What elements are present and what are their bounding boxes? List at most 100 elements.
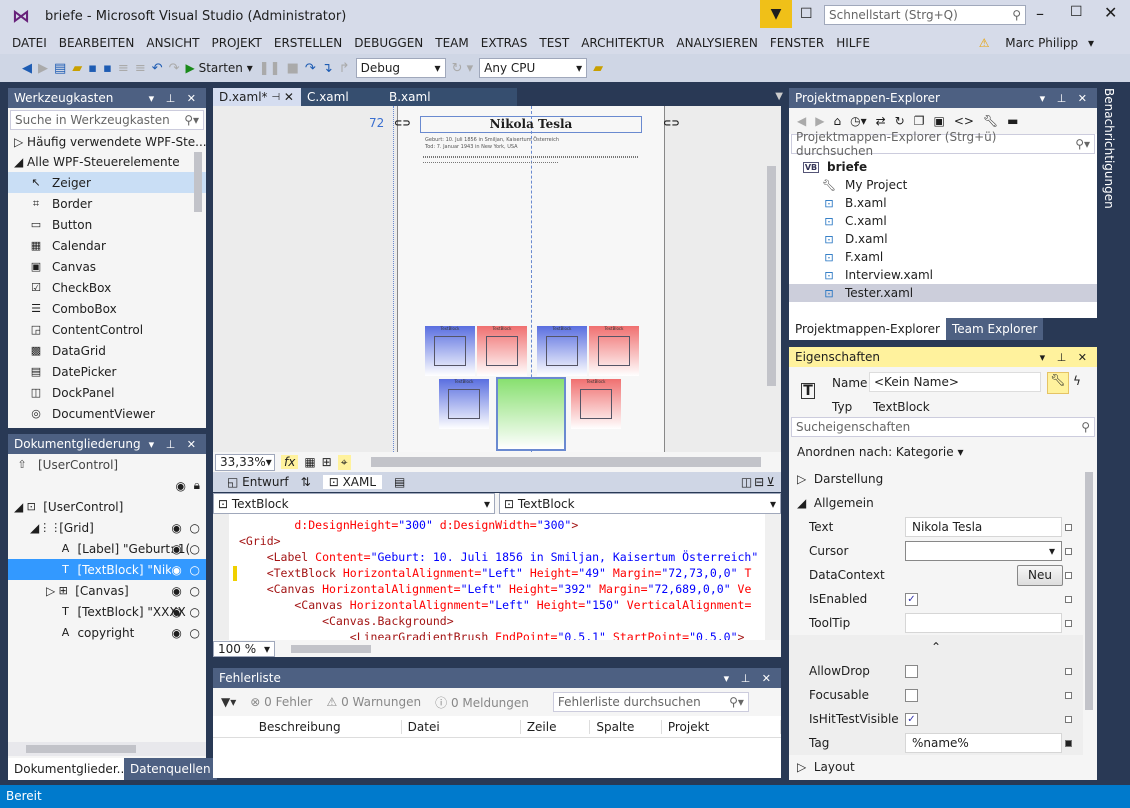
tab-b-xaml[interactable]: B.xaml [383,88,517,106]
refresh-icon[interactable]: ↻ [895,114,905,128]
collapse-advanced-icon[interactable]: ⌃ [789,635,1083,659]
tab-datasources[interactable]: Datenquellen [124,758,217,780]
eye-icon[interactable]: ◉ [171,563,181,577]
outline-item[interactable]: ◢ ⋮⋮ [Grid] ◉ ○ [8,517,206,538]
step-over-icon[interactable]: ↷ [305,61,316,76]
outline-item[interactable]: ▷ ⊞ [Canvas] ◉ ○ [8,580,206,601]
designer-hscrollbar[interactable] [370,457,761,467]
show-all-files-icon[interactable]: ▣ [933,114,944,128]
menu-bearbeiten[interactable]: BEARBEITEN [59,36,135,50]
canvas-tile[interactable]: TextBlock [589,326,639,376]
quicklaunch-input[interactable]: Schnellstart (Strg+Q) ⚲ [824,5,1026,25]
save-all-icon[interactable]: ▪ [103,61,112,76]
toolbox-item-datagrid[interactable]: ▩ DataGrid [8,340,206,361]
undo-icon[interactable]: ↶ [152,61,163,76]
menu-fenster[interactable]: FENSTER [770,36,824,50]
menu-datei[interactable]: DATEI [12,36,47,50]
tab-d-xaml[interactable]: D.xaml* ⊣ ✕ [213,88,301,106]
tab-outline[interactable]: Dokumentglieder... [8,758,128,780]
toolbox-group[interactable]: ▷ Häufig verwendete WPF-Ste... [8,132,206,152]
sync-icon[interactable]: ⇄ [876,114,886,128]
toolbox-item-contentcontrol[interactable]: ◲ ContentControl [8,319,206,340]
menu-hilfe[interactable]: HILFE [836,36,870,50]
properties-icon[interactable]: 🔧︎ [983,114,998,128]
open-icon[interactable]: ▰ [72,61,82,76]
outline-root[interactable]: ⇧ [UserControl] [8,454,206,475]
code-vscrollbar[interactable] [765,514,781,640]
error-search[interactable]: Fehlerliste durchsuchen ⚲▾ [552,692,749,712]
solution-item[interactable]: 🔧︎ My Project [789,176,1097,194]
visibility-toggles[interactable]: ◉ ○ [171,605,200,619]
outline-item[interactable]: T [TextBlock] "XXXX ◉ ○ [8,601,206,622]
solution-item[interactable]: ⊡ Tester.xaml [789,284,1097,302]
focusable-checkbox[interactable] [905,688,918,702]
name-input[interactable]: <Kein Name> [869,372,1041,392]
comment-icon[interactable]: ≡ [118,61,129,76]
tab-overflow-icon[interactable]: ▼ [775,88,783,106]
back-icon[interactable]: ◀ [22,61,32,76]
save-icon[interactable]: ▪ [88,61,97,76]
toolbox-item-calendar[interactable]: ▦ Calendar [8,235,206,256]
notification-flag-icon[interactable]: ▼ [760,0,792,28]
outline-item[interactable]: A [Label] "Geburt: 1(◉ ○ [8,538,206,559]
outline-hscrollbar[interactable] [8,742,206,756]
notifications-tab[interactable]: Benachrichtigungen [1102,88,1116,209]
local-value-icon[interactable] [1065,739,1072,747]
tag-input[interactable]: %name% [905,733,1062,753]
menu-test[interactable]: TEST [539,36,569,50]
snap-icon[interactable]: ⊞ [322,455,332,469]
column-header[interactable]: Projekt [662,719,781,734]
code-line[interactable]: <Label Content="Geburt: 10. Juli 1856 in… [239,549,765,565]
canvas-tile[interactable]: TextBlock [477,326,527,376]
eye-icon[interactable]: ◉ [171,626,181,640]
toolbox-item-button[interactable]: ▭ Button [8,214,206,235]
toolbox-item-canvas[interactable]: ▣ Canvas [8,256,206,277]
solution-item[interactable]: ⊡ B.xaml [789,194,1097,212]
eye-icon[interactable]: ◉ [171,605,181,619]
start-button[interactable]: ▶ Starten ▾ [186,61,253,75]
tab-xaml[interactable]: ⊡ XAML [322,475,383,489]
advanced-options-icon[interactable] [1065,691,1072,699]
toolbox-item-border[interactable]: ⌗ Border [8,193,206,214]
element-scope-select[interactable]: ⊡ TextBlock ▾ [213,493,495,514]
menu-projekt[interactable]: PROJEKT [211,36,261,50]
maximize-button[interactable]: ☐ [1070,4,1083,20]
tab-c-xaml[interactable]: C.xaml [301,88,383,106]
split-layout-icons[interactable]: ◫⊟⊻ [741,475,777,489]
column-header[interactable]: Datei [402,719,521,734]
menu-analysieren[interactable]: ANALYSIEREN [676,36,757,50]
allowdrop-checkbox[interactable] [905,664,918,678]
home-icon[interactable]: ⌂ [833,114,841,128]
visibility-toggles[interactable]: ◉ ○ [171,562,200,577]
column-header[interactable]: Spalte [590,719,662,734]
eye-icon[interactable]: ◉ [171,584,181,598]
project-node[interactable]: VB briefe [789,158,1097,176]
canvas-tile[interactable]: TextBlock [537,326,587,376]
close-icon[interactable]: ✕ [284,90,294,104]
text-value-input[interactable]: Nikola Tesla [905,517,1062,537]
code-hscrollbar[interactable] [291,644,371,653]
lock-dot-icon[interactable]: ○ [190,626,200,640]
margin-link-icon[interactable]: ⊂⊃ [394,118,411,129]
snap-lines-icon[interactable]: ⌖ [337,454,351,470]
refresh-icon[interactable]: ↻ ▾ [452,61,474,76]
messages-filter[interactable]: ⓘ 0 Meldungen [435,694,529,711]
margin-unlink-icon[interactable]: ⊂⊃ [663,118,680,129]
canvas-tile[interactable]: TextBlock [425,326,475,376]
lock-dot-icon[interactable]: ○ [190,584,200,598]
solution-item[interactable]: ⊡ C.xaml [789,212,1097,230]
advanced-options-icon[interactable] [1065,595,1072,603]
close-button[interactable]: ✕ [1104,3,1117,22]
arrange-by-dropdown[interactable]: Anordnen nach: Kategorie ▾ [797,445,963,459]
code-zoom-select[interactable]: 100 % ▾ [213,640,275,657]
xaml-code-editor[interactable]: d:DesignHeight="300" d:DesignWidth="300"… [213,514,781,640]
view-code-icon[interactable]: <> [954,114,974,128]
code-line[interactable]: <Grid> [239,533,765,549]
toolbox-item-zeiger[interactable]: ↖ Zeiger [8,172,206,193]
visibility-toggles[interactable]: ◉ ○ [171,542,200,556]
green-canvas[interactable] [496,377,566,451]
lock-dot-icon[interactable]: ○ [190,521,200,535]
code-line[interactable]: <LinearGradientBrush EndPoint="0.5,1" St… [239,629,765,640]
toolbox-item-documentviewer[interactable]: ◎ DocumentViewer [8,403,206,424]
lock-dot-icon[interactable]: ○ [190,542,200,556]
